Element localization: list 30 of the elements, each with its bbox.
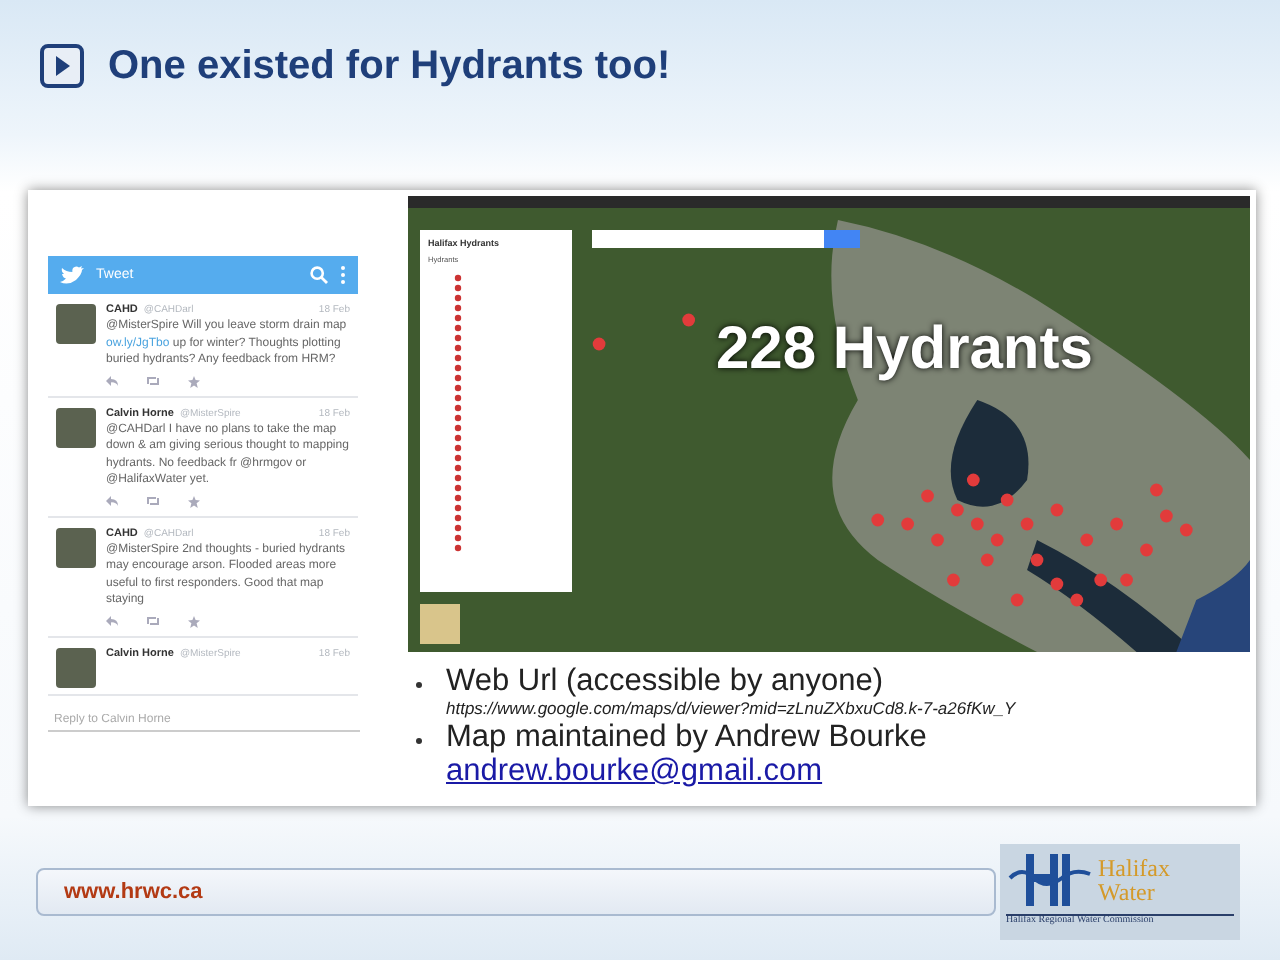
search-icon[interactable] [310, 266, 328, 284]
email-link[interactable]: andrew.bourke@gmail.com [446, 754, 927, 790]
star-icon[interactable] [188, 615, 200, 627]
star-icon[interactable] [188, 375, 200, 387]
reply-icon[interactable] [106, 496, 118, 506]
map-search-field[interactable] [592, 230, 860, 248]
more-icon[interactable] [340, 266, 346, 284]
slide-title: One existed for Hydrants too! [108, 44, 671, 88]
star-icon[interactable] [188, 495, 200, 507]
bullet-text: Web Url (accessible by anyone) [446, 664, 886, 698]
website-url: www.hrwc.ca [64, 880, 203, 904]
bullet-icon [416, 682, 422, 688]
bird-icon [60, 265, 84, 285]
bullet-icon [416, 738, 422, 744]
bullet-text: Map maintained by Andrew Bourke [446, 720, 927, 754]
retweet-icon[interactable] [146, 376, 160, 386]
avatar [56, 527, 96, 567]
avatar [56, 407, 96, 447]
water-logo-icon [1006, 850, 1094, 910]
play-icon [40, 44, 84, 88]
avatar [56, 304, 96, 344]
reply-icon[interactable] [106, 616, 118, 626]
logo-name: Halifax Water [1098, 856, 1172, 904]
reply-icon[interactable] [106, 376, 118, 386]
map-thumbnail[interactable] [420, 604, 460, 644]
map-url: https://www.google.com/maps/d/viewer?mid=zLnuZXbxuCd8.k-7-a26fKw_Y [446, 698, 1016, 720]
retweet-icon[interactable] [146, 496, 160, 506]
retweet-icon[interactable] [146, 616, 160, 626]
avatar [56, 647, 96, 687]
map-overlay-text: 228 Hydrants [716, 316, 1093, 384]
